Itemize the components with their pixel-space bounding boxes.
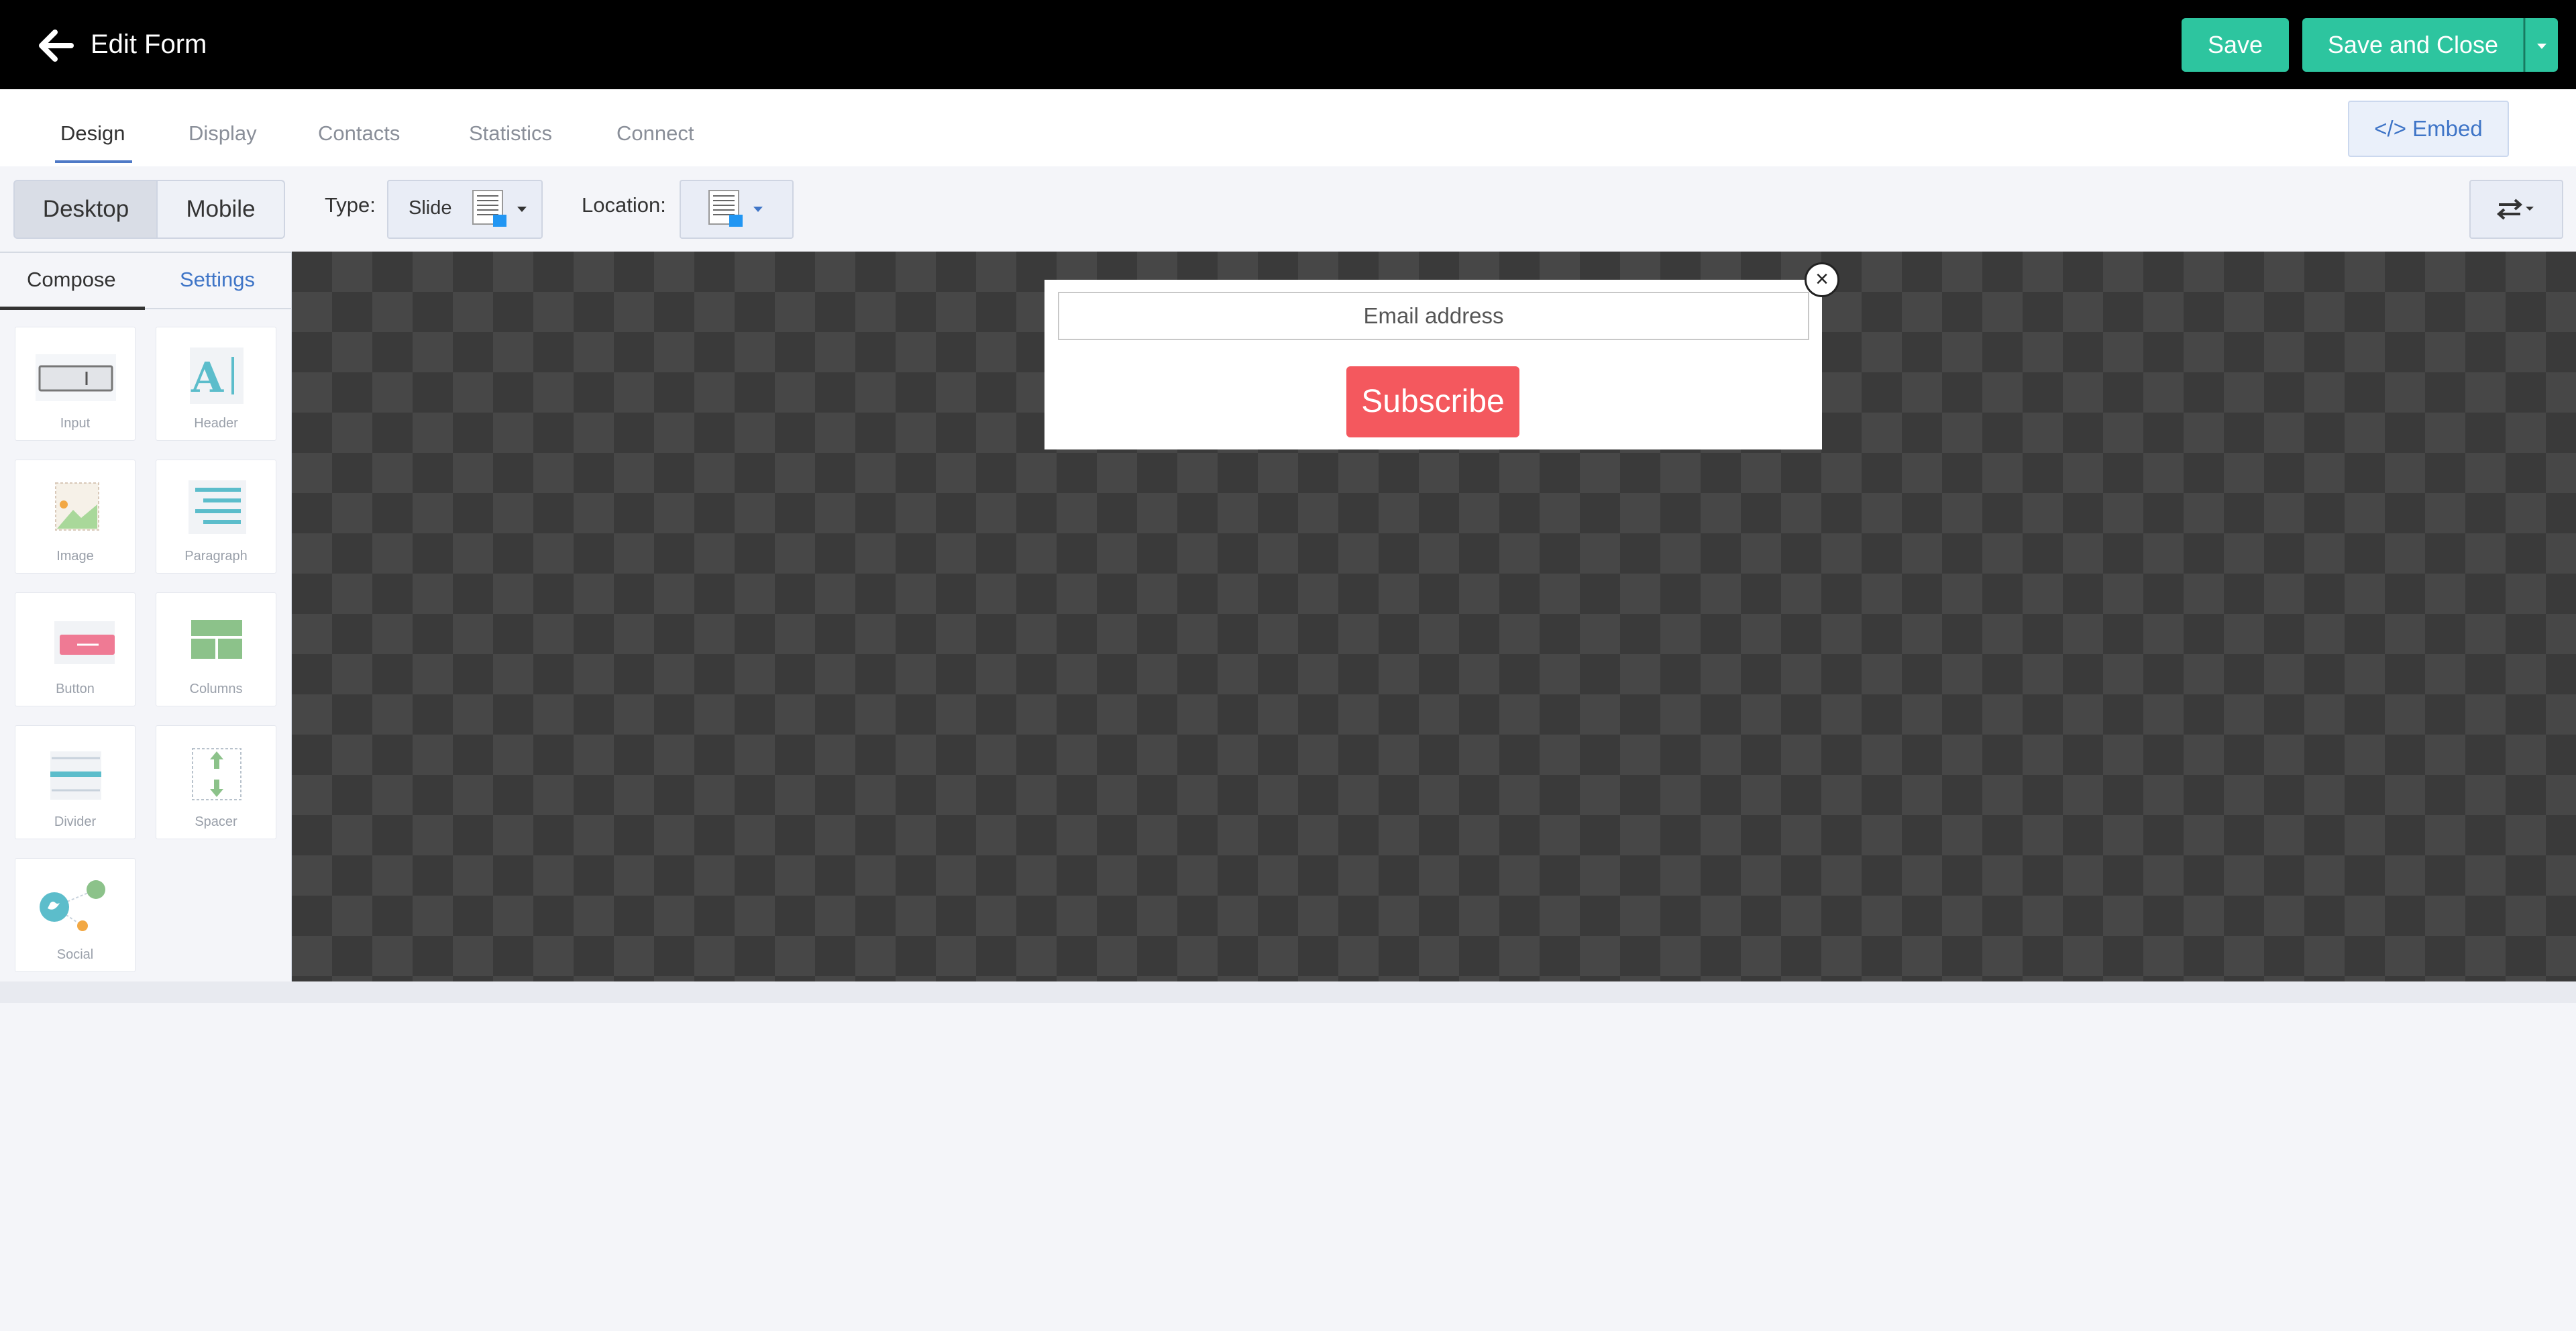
block-label: Social (56, 947, 94, 962)
canvas-footer-strip (0, 981, 2576, 1003)
chevron-down-icon (2537, 44, 2546, 50)
tab-statistics[interactable]: Statistics (469, 121, 552, 146)
tab-divider (145, 308, 291, 309)
block-image[interactable]: Image (15, 460, 136, 574)
type-label: Type: (325, 193, 376, 217)
tab-connect[interactable]: Connect (616, 121, 694, 146)
page-title: Edit Form (91, 30, 207, 59)
block-label: Columns (189, 682, 243, 696)
block-label: Paragraph (184, 549, 248, 564)
swap-arrows-icon (2496, 199, 2534, 220)
location-label: Location: (582, 193, 666, 217)
desktop-view-button[interactable]: Desktop (13, 180, 158, 239)
block-spacer[interactable]: Spacer (156, 725, 276, 839)
embed-button[interactable]: </> Embed (2348, 101, 2509, 157)
design-toolbar: Desktop Mobile Type: Slide Location: (0, 166, 2576, 252)
tab-bar: Design Display Contacts Statistics Conne… (0, 89, 2576, 166)
columns-icon (191, 620, 242, 659)
compose-panel: Compose Settings Input A Header Image Pa… (0, 252, 292, 984)
mobile-view-button[interactable]: Mobile (156, 180, 285, 239)
tab-contacts[interactable]: Contacts (318, 121, 400, 146)
input-icon (36, 354, 116, 401)
save-options-dropdown[interactable] (2524, 18, 2558, 72)
active-tab-indicator (0, 307, 145, 310)
block-header[interactable]: A Header (156, 327, 276, 441)
location-select[interactable] (680, 180, 794, 239)
layout-slide-icon (472, 190, 506, 227)
tab-display[interactable]: Display (189, 121, 257, 146)
block-label: Input (60, 416, 91, 431)
email-field[interactable]: Email address (1058, 292, 1809, 340)
svg-text:A: A (191, 353, 224, 402)
top-bar: Edit Form Save Save and Close (0, 0, 2576, 89)
tab-settings[interactable]: Settings (180, 268, 255, 292)
location-bottom-right-icon (708, 190, 743, 227)
paragraph-icon (189, 480, 246, 534)
block-button[interactable]: Button (15, 592, 136, 706)
block-label: Image (56, 549, 94, 564)
save-and-close-button[interactable]: Save and Close (2302, 18, 2524, 72)
chevron-down-icon (753, 207, 763, 212)
active-tab-indicator (55, 160, 132, 163)
swap-settings-button[interactable] (2469, 180, 2563, 239)
block-label: Spacer (195, 814, 237, 829)
social-icon (40, 880, 105, 931)
header-icon: A (190, 348, 244, 404)
block-divider[interactable]: Divider (15, 725, 136, 839)
arrow-left-icon[interactable] (39, 30, 74, 62)
save-button[interactable]: Save (2182, 18, 2289, 72)
button-icon (54, 621, 115, 664)
tab-compose[interactable]: Compose (27, 268, 116, 292)
type-value: Slide (409, 197, 452, 219)
panel-tabs: Compose Settings (0, 253, 291, 310)
block-label: Header (194, 416, 238, 431)
image-icon (55, 482, 99, 531)
type-select[interactable]: Slide (387, 180, 543, 239)
block-label: Button (56, 682, 95, 696)
block-paragraph[interactable]: Paragraph (156, 460, 276, 574)
spacer-icon (192, 748, 241, 800)
block-columns[interactable]: Columns (156, 592, 276, 706)
code-icon: </> (2374, 116, 2406, 141)
form-preview[interactable]: Email address Subscribe (1044, 280, 1822, 449)
tab-design[interactable]: Design (60, 121, 125, 146)
block-label: Divider (54, 814, 97, 829)
block-social[interactable]: Social (15, 858, 136, 972)
embed-label: Embed (2412, 116, 2483, 141)
close-icon[interactable]: × (1805, 262, 1839, 297)
divider-icon (50, 751, 101, 800)
block-input[interactable]: Input (15, 327, 136, 441)
chevron-down-icon (517, 207, 527, 212)
subscribe-button[interactable]: Subscribe (1346, 366, 1519, 437)
